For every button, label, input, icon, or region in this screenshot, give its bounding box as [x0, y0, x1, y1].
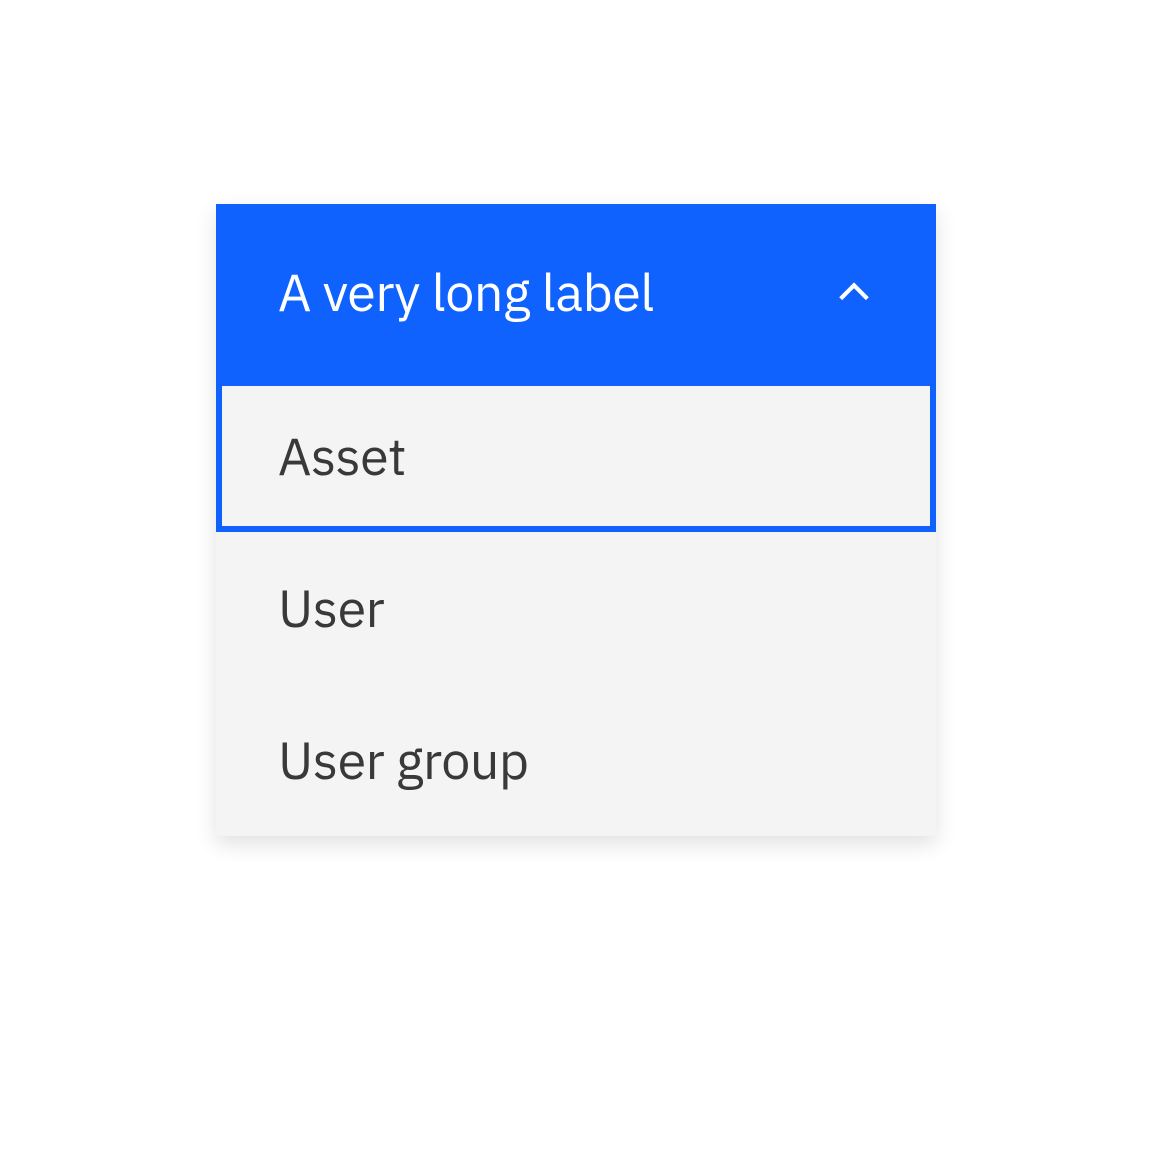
dropdown-item-label: User — [278, 575, 384, 642]
dropdown-item-user-group[interactable]: User group — [216, 684, 936, 836]
dropdown-menu: Asset User User group — [216, 380, 936, 836]
dropdown: A very long label Asset User User group — [216, 204, 936, 836]
dropdown-item-label: User group — [278, 727, 529, 794]
dropdown-toggle[interactable]: A very long label — [216, 204, 936, 380]
dropdown-label: A very long label — [278, 259, 654, 326]
dropdown-item-user[interactable]: User — [216, 532, 936, 684]
dropdown-item-asset[interactable]: Asset — [216, 380, 936, 532]
chevron-up-icon — [834, 272, 874, 312]
dropdown-item-label: Asset — [278, 423, 406, 490]
